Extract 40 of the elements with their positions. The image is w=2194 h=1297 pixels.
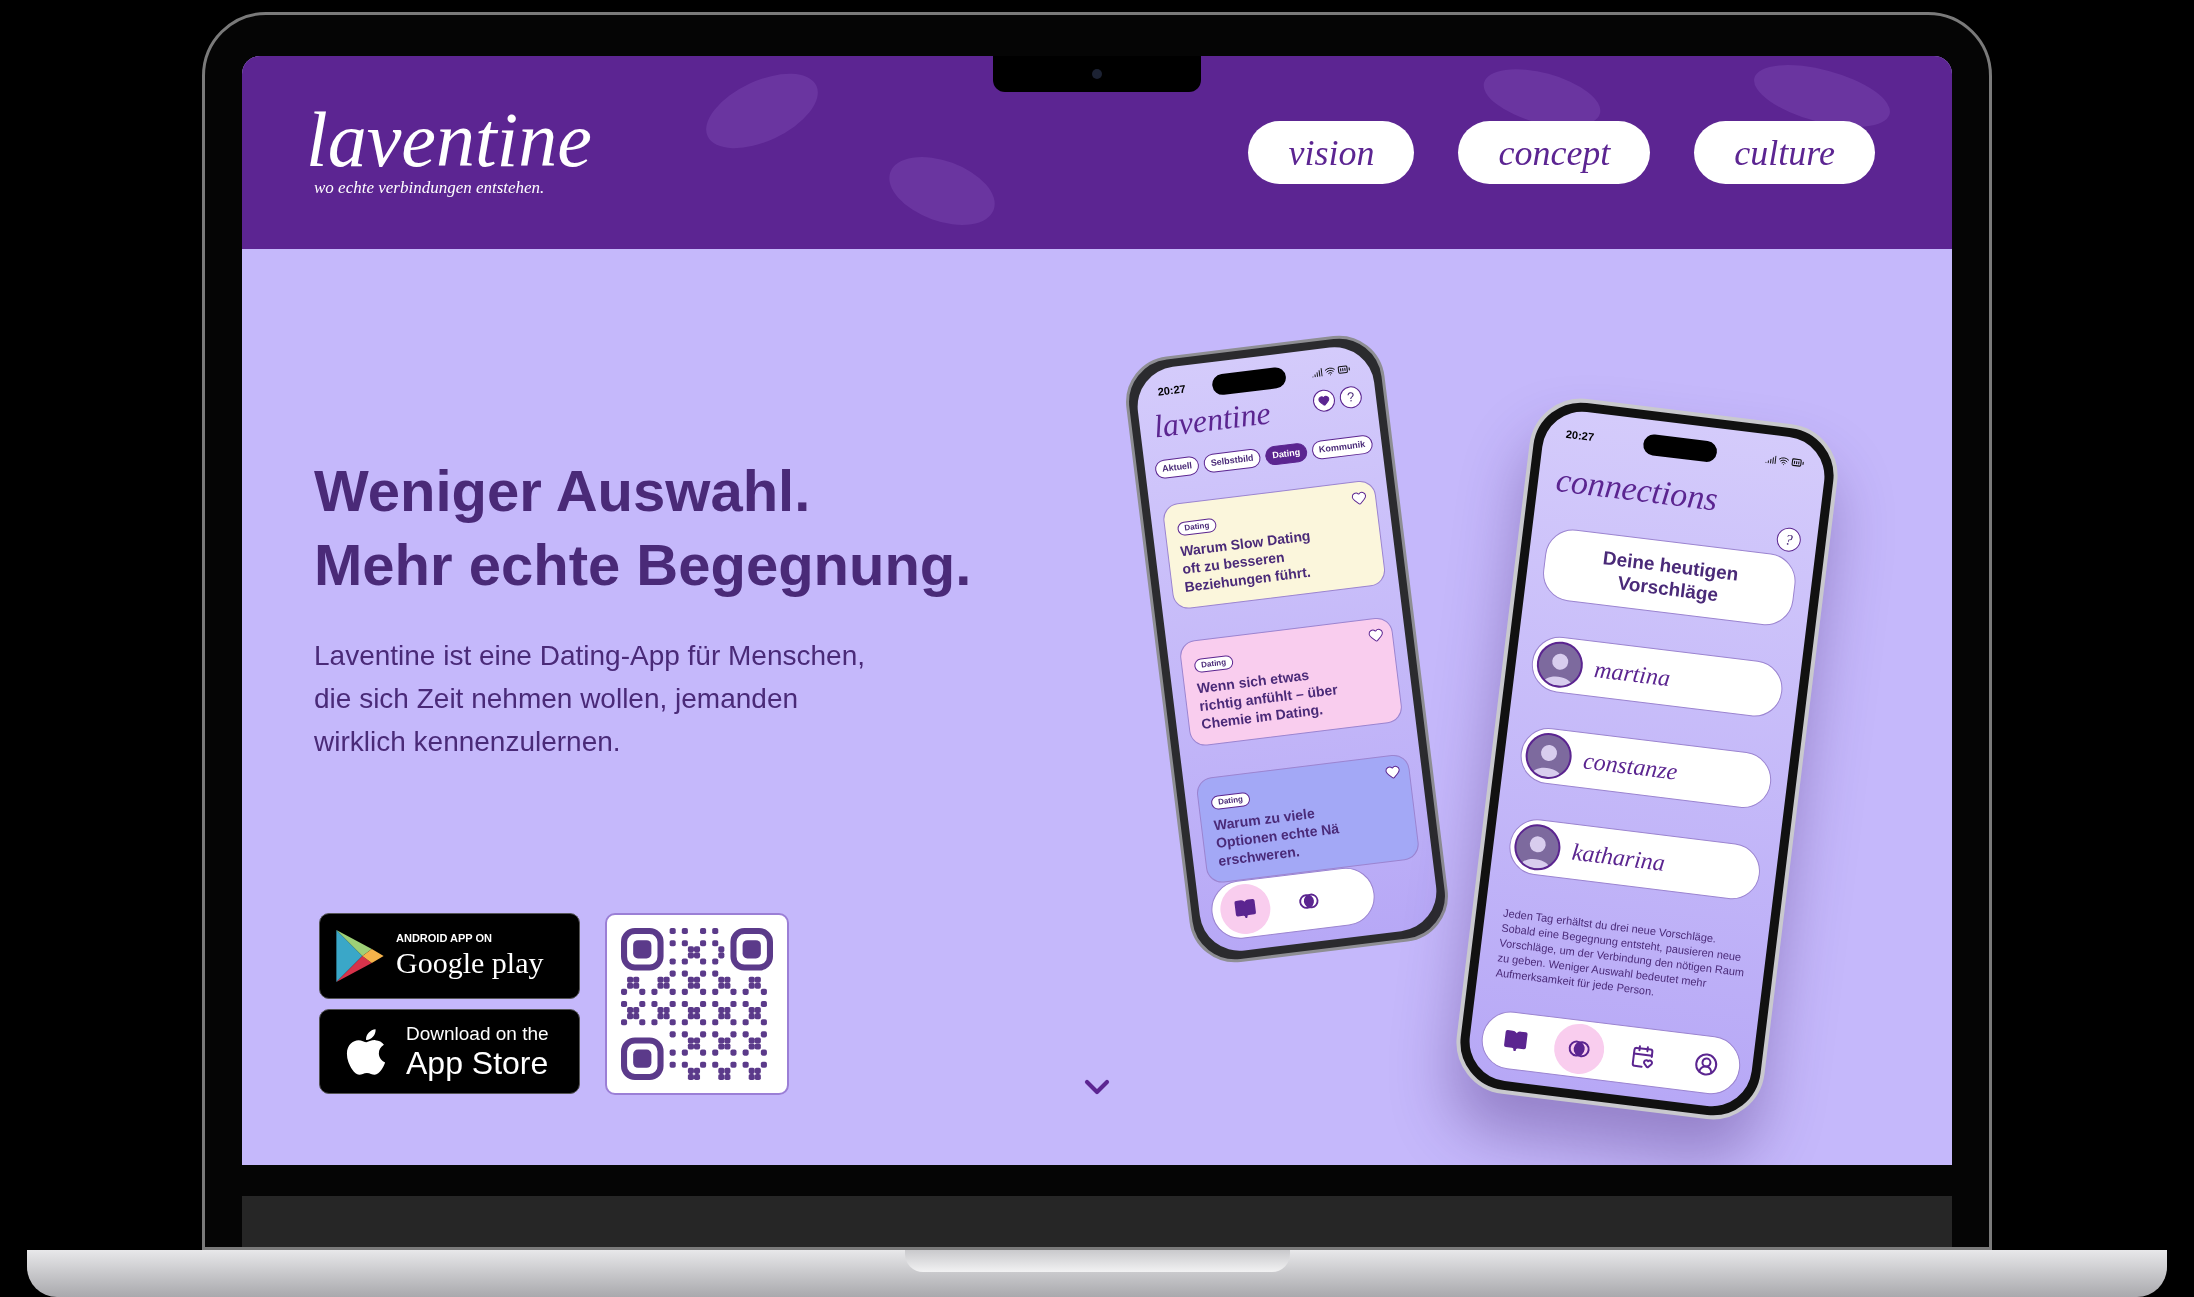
tag: Dating xyxy=(1176,517,1218,537)
battery-icon xyxy=(1336,362,1352,377)
google-play-badge[interactable]: ANDROID APP ON Google play xyxy=(319,913,580,999)
wifi-icon xyxy=(1777,454,1790,467)
status-time: 20:27 xyxy=(1565,426,1595,445)
person-name: constanze xyxy=(1581,746,1680,787)
app-store-badge[interactable]: Download on the App Store xyxy=(319,1009,580,1094)
logo-tagline: wo echte verbindungen entstehen. xyxy=(313,176,546,199)
user-icon xyxy=(1692,1051,1720,1078)
help-button[interactable]: ? xyxy=(1338,384,1363,410)
info-text: Jeden Tag erhältst du drei neue Vorschläge. Sobald eine Begegnung entsteht, pausieren neue Vorschläge, um der Verbindung den nötigen Raum zu geben. Weniger Auswahl bedeutet mehr Aufmerksamkeit für jede Person. xyxy=(1494,905,1746,1000)
tag: Dating xyxy=(1193,654,1234,674)
nav-link[interactable]: vision xyxy=(1248,121,1415,184)
article-card[interactable]: Dating Warum Slow Dating oft zu besseren Beziehungen führt. xyxy=(1161,479,1387,611)
screen-title: connections xyxy=(1554,461,1720,518)
badge-title: Google play xyxy=(396,944,544,981)
play-triangle-icon xyxy=(336,930,384,982)
person-name: katharina xyxy=(1569,837,1667,878)
category-tab[interactable]: Selbstbild xyxy=(1202,447,1262,474)
hero-headline: Weniger Auswahl. Mehr echte Begegnung. xyxy=(314,457,972,599)
heart-icon xyxy=(1367,626,1385,644)
wifi-icon xyxy=(1323,364,1337,378)
heart-icon xyxy=(1383,763,1402,781)
status-time: 20:27 xyxy=(1156,381,1187,400)
heart-icon xyxy=(1350,489,1369,507)
help-button[interactable]: ? xyxy=(1775,526,1803,553)
category-tab[interactable]: Kommunik xyxy=(1310,433,1374,461)
badge-caption: ANDROID APP ON xyxy=(396,931,493,945)
badge-caption: Download on the xyxy=(406,1022,549,1045)
badge-title: App Store xyxy=(406,1044,549,1081)
category-tab[interactable]: Dating xyxy=(1264,441,1309,467)
article-card[interactable]: Dating Warum zu viele Optionen echte Nä erschweren. xyxy=(1195,753,1421,885)
tag: Dating xyxy=(1210,791,1251,811)
category-tab[interactable]: Aktuell xyxy=(1154,454,1201,480)
nav-link[interactable]: concept xyxy=(1458,121,1651,184)
nav-link[interactable]: culture xyxy=(1694,121,1875,184)
person-name: martina xyxy=(1592,655,1673,694)
site-logo[interactable]: laventine xyxy=(306,104,592,175)
hero-description: Laventine ist eine Dating-App für Menschen, die sich Zeit nehmen wollen, jemanden wirklich kennenzulernen. xyxy=(314,639,866,759)
heart-icon xyxy=(1317,393,1331,407)
